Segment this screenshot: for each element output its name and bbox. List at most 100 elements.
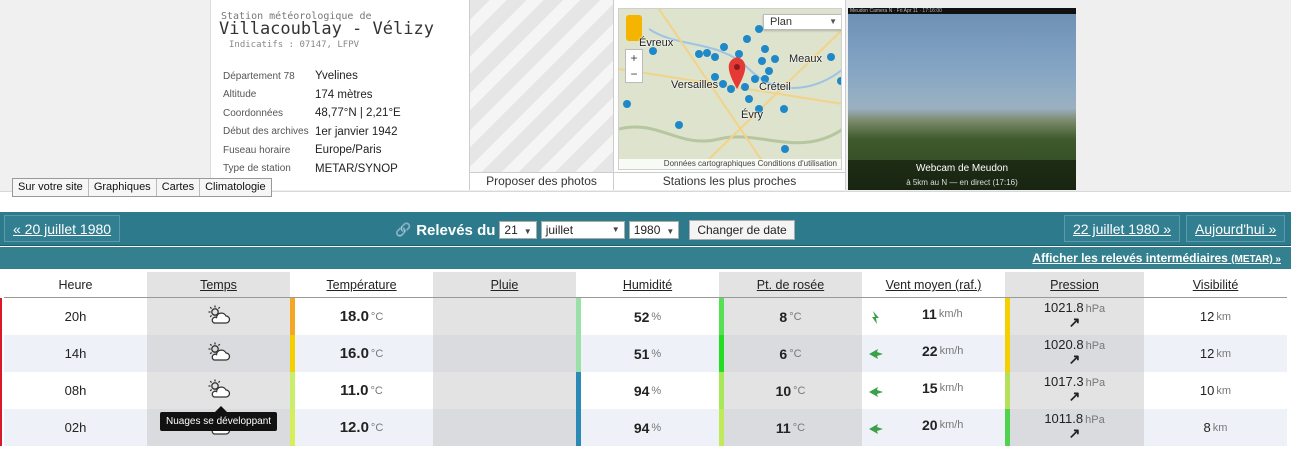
previous-day-link[interactable]: « 20 juillet 1980 xyxy=(4,215,121,242)
hour-value: 08h xyxy=(64,383,87,398)
info-value: 48,77°N | 2,21°E xyxy=(315,107,401,120)
wind-unit: km/h xyxy=(939,344,964,357)
propose-photos-link[interactable]: Proposer des photos xyxy=(470,172,613,190)
wind-arrow-icon xyxy=(868,309,884,325)
webcam-header: Meudon Camera N · Fri Apr 11 · 17:16:00 xyxy=(848,8,1076,14)
zoom-out-button[interactable]: − xyxy=(626,66,642,82)
dewpoint-value: 11 xyxy=(775,419,791,436)
hour-value: 02h xyxy=(64,420,87,435)
temperature-unit: °C xyxy=(370,384,383,397)
hour-value: 20h xyxy=(64,309,87,324)
day-select[interactable]: 21 ▼ xyxy=(499,221,537,239)
station-name: Villacoublay - Vélizy xyxy=(219,19,434,39)
visibility-cell: 12 km xyxy=(1144,298,1287,335)
col-rosee[interactable]: Pt. de rosée xyxy=(719,272,862,297)
col-visibilite[interactable]: Visibilité xyxy=(1144,272,1287,297)
hour-cell: 20h xyxy=(4,298,147,335)
col-pluie[interactable]: Pluie xyxy=(433,272,576,297)
weather-cell[interactable] xyxy=(147,298,290,335)
visibility-value: 10 xyxy=(1199,383,1215,398)
pressure-value: 1017.3 xyxy=(1043,373,1084,389)
col-humidite[interactable]: Humidité xyxy=(576,272,719,297)
info-label: Altitude xyxy=(223,89,257,101)
year-select[interactable]: 1980 ▼ xyxy=(628,221,680,239)
map-label-versailles: Versailles xyxy=(671,79,719,91)
weather-cell[interactable] xyxy=(147,335,290,372)
pressure-value: 1021.8 xyxy=(1043,299,1084,315)
wind-value: 15 xyxy=(922,379,938,396)
cloud-sun-icon[interactable] xyxy=(206,305,232,328)
map-zoom-control[interactable]: + − xyxy=(625,49,643,83)
col-temps[interactable]: Temps xyxy=(147,272,290,297)
dewpoint-value: 6 xyxy=(779,345,788,362)
info-row: Début des archives 1er janvier 1942 xyxy=(223,123,401,142)
temperature-color-bar xyxy=(290,409,295,446)
station-codes: Indicatifs : 07147, LFPV xyxy=(229,40,360,50)
map-label-evry: Évry xyxy=(741,109,763,121)
station-info: Département 78 Yvelines Altitude 174 mètre… xyxy=(223,67,401,178)
tab-sur-votre-site[interactable]: Sur votre site xyxy=(13,179,89,196)
pressure-trend-icon: ↗ xyxy=(1068,313,1081,330)
pressure-cell: 1020.8 hPa ↗ xyxy=(1005,335,1144,372)
map-type-select[interactable]: Plan ▼ xyxy=(763,14,841,30)
temperature-cell: 12.0 °C xyxy=(290,409,433,446)
dewpoint-cell: 11 °C xyxy=(719,409,862,446)
map-attribution[interactable]: Données cartographiques Conditions d'uti… xyxy=(619,159,841,169)
show-intermediate-text: Afficher les relevés intermédiaires xyxy=(1032,251,1228,265)
tab-climatologie[interactable]: Climatologie xyxy=(200,179,271,196)
cloud-sun-icon[interactable] xyxy=(206,342,232,365)
humidity-color-bar xyxy=(576,335,581,372)
pressure-content: 1011.8 hPa ↗ xyxy=(1044,412,1104,440)
wind-arrow-icon xyxy=(868,346,884,362)
col-temperature[interactable]: Température xyxy=(290,272,433,297)
info-row: Coordonnées 48,77°N | 2,21°E xyxy=(223,104,401,123)
pressure-unit: hPa xyxy=(1085,339,1106,352)
webcam-caption: Webcam de Meudon xyxy=(915,163,1009,174)
month-value: juillet xyxy=(545,223,574,237)
today-link[interactable]: Aujourd'hui » xyxy=(1186,215,1286,242)
month-select[interactable]: juillet ▼ xyxy=(540,221,625,239)
pressure-unit: hPa xyxy=(1085,413,1105,426)
col-vent[interactable]: Vent moyen (raf.) xyxy=(862,272,1005,297)
col-pression[interactable]: Pression xyxy=(1005,272,1144,297)
temperature-cell: 11.0 °C xyxy=(290,372,433,409)
tab-cartes[interactable]: Cartes xyxy=(157,179,201,196)
humidity-value: 52 xyxy=(633,308,650,325)
pressure-trend-icon: ↗ xyxy=(1068,350,1081,367)
stations-map[interactable]: + − Plan ▼ Évreux Meaux Versailles Créte… xyxy=(618,8,842,170)
webcam-image[interactable]: Meudon Camera N · Fri Apr 11 · 17:16:00 … xyxy=(848,8,1076,190)
wind-cell: 11 km/h xyxy=(862,298,1005,335)
wind-content: 15 km/h xyxy=(862,379,1005,399)
photos-panel[interactable]: Proposer des photos xyxy=(470,0,614,190)
dewpoint-value: 8 xyxy=(779,308,788,325)
dewpoint-value: 10 xyxy=(775,382,792,399)
info-row: Type de station METAR/SYNOP xyxy=(223,160,401,179)
pressure-color-bar xyxy=(1005,335,1010,372)
info-label: Département 78 xyxy=(223,70,295,82)
table-header: Heure Temps Température Pluie Humidité P… xyxy=(4,272,1287,298)
date-navbar: « 20 juillet 1980 🔗 Relevés du 21 ▼ juill… xyxy=(0,212,1291,246)
tab-graphiques[interactable]: Graphiques xyxy=(89,179,157,196)
wind-cell: 15 km/h xyxy=(862,372,1005,409)
show-intermediate-suffix: (METAR) » xyxy=(1231,254,1281,265)
row-marker xyxy=(0,409,2,446)
link-icon[interactable]: 🔗 xyxy=(395,222,411,238)
sub-navbar: Afficher les relevés intermédiaires (MET… xyxy=(0,247,1291,269)
header-area: Station météorologique de Villacoublay -… xyxy=(0,0,1291,197)
rain-cell xyxy=(433,372,576,409)
change-date-button[interactable]: Changer de date xyxy=(689,220,795,240)
weather-cell[interactable] xyxy=(147,372,290,409)
pressure-color-bar xyxy=(1005,372,1010,409)
humidity-cell: 94% xyxy=(576,409,719,446)
nearest-stations-link[interactable]: Stations les plus proches xyxy=(614,172,845,190)
zoom-in-button[interactable]: + xyxy=(626,50,642,66)
temperature-cell: 18.0 °C xyxy=(290,298,433,335)
info-row: Altitude 174 mètres xyxy=(223,86,401,105)
show-intermediate-link[interactable]: Afficher les relevés intermédiaires (MET… xyxy=(1032,251,1281,265)
info-row: Fuseau horaire Europe/Paris xyxy=(223,141,401,160)
temperature-color-bar xyxy=(290,298,295,335)
cloud-sun-icon[interactable] xyxy=(206,379,232,402)
dewpoint-unit: °C xyxy=(792,421,806,434)
dewpoint-color-bar xyxy=(719,298,724,335)
next-day-link[interactable]: 22 juillet 1980 » xyxy=(1064,215,1181,242)
